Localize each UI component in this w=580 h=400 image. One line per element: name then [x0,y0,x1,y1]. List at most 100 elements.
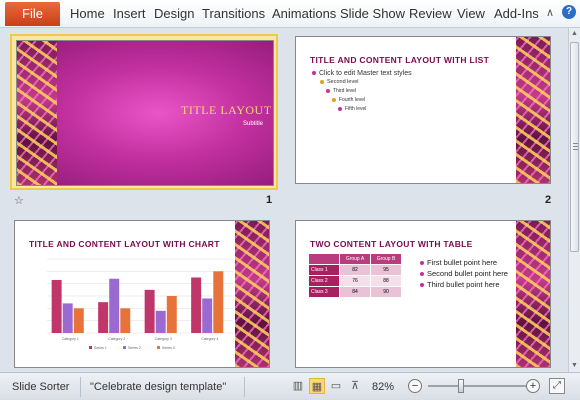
zoom-level[interactable]: 82% [372,381,394,393]
chart-bar [213,271,224,333]
zoom-out-button[interactable]: − [408,379,422,393]
table-cell: 82 [339,264,371,276]
legend-label: Series 3 [162,346,175,350]
confetti-decoration [516,221,550,367]
slide-3-title: TITLE AND CONTENT LAYOUT WITH CHART [29,239,220,249]
x-tick-label: Category 3 [155,337,172,341]
slide-show-view-icon[interactable]: ⊼ [347,378,363,394]
chart-bar [155,310,166,333]
confetti-decoration [235,221,269,367]
legend-swatch [89,346,92,349]
file-tab[interactable]: File [5,2,60,26]
animation-star-icon[interactable]: ☆ [14,194,24,207]
slide-3-canvas: TITLE AND CONTENT LAYOUT WITH CHART Cate… [14,220,270,368]
bullet-icon [332,97,336,102]
slide-4-bullets: First bullet point here Second bullet po… [420,257,508,290]
tab-insert[interactable]: Insert [113,6,146,21]
table-row: Class 3 84 90 [308,286,402,298]
list-item: Third level [312,87,412,96]
zoom-slider[interactable] [428,379,526,393]
slide-4-title: TWO CONTENT LAYOUT WITH TABLE [310,239,473,249]
vertical-scrollbar[interactable]: ▲ ▼ [568,28,580,372]
list-item: Fifth level [312,105,412,114]
bullet-icon [312,71,316,76]
list-item: Third bullet point here [420,279,508,290]
table-row: Class 2 76 88 [308,275,402,287]
slide-3-chart: Category 1 Category 2 Category 3 Category 4… [29,255,237,355]
zoom-in-button[interactable]: + [526,379,540,393]
help-icon[interactable]: ? [562,5,576,19]
x-tick-label: Category 1 [62,337,79,341]
table-header-cell [308,253,340,265]
list-item: Fourth level [312,96,412,105]
bullet-icon [420,261,424,266]
slide-sorter-view-icon[interactable]: ▦ [309,378,325,394]
chart-bar [144,289,155,333]
table-header-cell: Group A [339,253,371,265]
slide-thumbnail-1[interactable]: TITLE LAYOUT Subtitle [10,34,278,190]
chart-bar [202,298,213,333]
tab-animations[interactable]: Animations [272,6,336,21]
slide-thumbnail-4[interactable]: TWO CONTENT LAYOUT WITH TABLE Group A Gr… [287,214,551,368]
legend-label: Series 2 [128,346,141,350]
list-item: Second bullet point here [420,268,508,279]
table-cell: 95 [370,264,402,276]
slide-1-canvas: TITLE LAYOUT Subtitle [16,40,274,186]
divider [80,377,81,397]
bullet-icon [338,106,342,111]
divider [244,377,245,397]
scroll-down-arrow-icon[interactable]: ▼ [569,360,580,372]
chart-bar [109,278,120,333]
chart-bar [73,308,84,333]
normal-view-icon[interactable]: ▥ [290,378,306,394]
tab-design[interactable]: Design [154,6,194,21]
confetti-decoration [17,41,57,185]
tab-add-ins[interactable]: Add-Ins [494,6,539,21]
confetti-decoration [516,37,550,183]
minimize-ribbon-icon[interactable]: ∧ [546,6,554,19]
table-cell: Class 1 [308,264,340,276]
bar-chart: Category 1 Category 2 Category 3 Category 4… [47,258,233,350]
zoom-slider-thumb[interactable] [458,379,464,393]
chart-bar [51,279,62,333]
list-item: Click to edit Master text styles [312,69,412,78]
table-header-cell: Group B [370,253,402,265]
slide-1-title: TITLE LAYOUT [181,103,272,117]
grip-line [573,143,578,144]
slide-2-list: Click to edit Master text styles Second … [312,69,412,114]
table-cell: Class 3 [308,286,340,298]
slide-4-canvas: TWO CONTENT LAYOUT WITH TABLE Group A Gr… [295,220,551,368]
table-cell: 84 [339,286,371,298]
chart-bar [98,302,109,333]
fit-to-window-icon[interactable]: ⤢ [549,378,565,394]
x-tick-label: Category 2 [108,337,125,341]
slide-thumbnail-3[interactable]: TITLE AND CONTENT LAYOUT WITH CHART Cate… [6,214,270,368]
bullet-icon [420,272,424,277]
tab-slide-show[interactable]: Slide Show [340,6,405,21]
chart-bar [120,308,131,333]
slide-2-canvas: TITLE AND CONTENT LAYOUT WITH LIST Click… [295,36,551,184]
legend-label: Series 1 [94,346,107,350]
status-bar: Slide Sorter "Celebrate design template"… [0,372,580,400]
scroll-up-arrow-icon[interactable]: ▲ [569,28,580,40]
tab-review[interactable]: Review [409,6,452,21]
table-cell: 88 [370,275,402,287]
slide-sorter-pane: TITLE LAYOUT Subtitle ☆ 1 TITLE AND CONT… [0,28,568,372]
slide-4-table: Group A Group B Class 1 82 95 Class 2 76… [308,253,402,298]
scrollbar-thumb[interactable] [570,42,579,252]
table-header-row: Group A Group B [308,253,402,265]
legend-swatch [157,346,160,349]
theme-name[interactable]: "Celebrate design template" [90,381,226,393]
tab-view[interactable]: View [457,6,485,21]
list-item: Second level [312,78,412,87]
table-cell: Class 2 [308,275,340,287]
reading-view-icon[interactable]: ▭ [328,378,344,394]
chart-bar [191,277,202,333]
chart-bar [62,303,73,333]
slide-number-1: 1 [266,194,273,206]
tab-home[interactable]: Home [70,6,105,21]
slide-thumbnail-2[interactable]: TITLE AND CONTENT LAYOUT WITH LIST Click… [287,30,551,184]
grip-line [573,149,578,150]
tab-transitions[interactable]: Transitions [202,6,265,21]
slide-number-2: 2 [545,194,552,206]
